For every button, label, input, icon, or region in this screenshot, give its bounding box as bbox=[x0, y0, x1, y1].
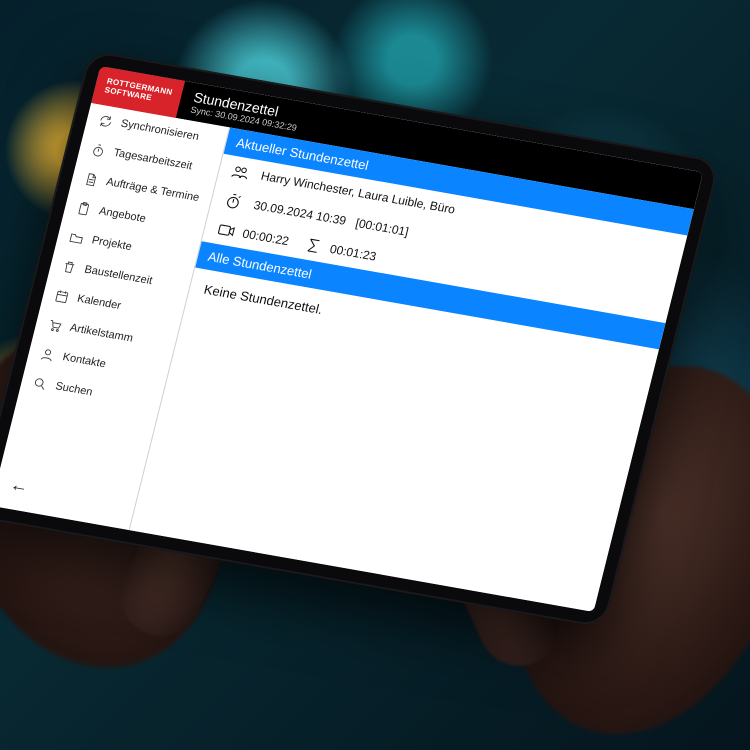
sidebar-label: Artikelstamm bbox=[69, 322, 135, 345]
clipboard-icon bbox=[74, 199, 94, 217]
sidebar-label: Synchronisieren bbox=[120, 118, 201, 143]
back-button[interactable]: ← bbox=[0, 462, 47, 514]
sidebar-label: Kontakte bbox=[61, 351, 107, 370]
started-elapsed: [00:01:01] bbox=[354, 216, 410, 239]
sidebar-label: Projekte bbox=[90, 234, 133, 253]
sidebar-label: Tagesarbeitszeit bbox=[112, 147, 193, 172]
record-icon bbox=[213, 220, 239, 241]
sidebar-label: Angebote bbox=[98, 205, 147, 225]
trash-icon bbox=[59, 257, 79, 275]
stopwatch-icon bbox=[220, 191, 246, 212]
empty-text: Keine Stundenzettel. bbox=[202, 282, 324, 317]
document-icon bbox=[81, 170, 101, 188]
sidebar-label: Kalender bbox=[76, 293, 122, 312]
folder-icon bbox=[66, 228, 86, 246]
calendar-icon bbox=[52, 287, 72, 305]
sync-icon bbox=[95, 112, 115, 130]
sum-icon bbox=[300, 235, 326, 256]
person-icon bbox=[37, 345, 57, 363]
sidebar-label: Baustellenzeit bbox=[83, 264, 153, 288]
search-icon bbox=[30, 374, 50, 392]
cart-icon bbox=[45, 316, 65, 334]
timer-rec-value: 00:00:22 bbox=[241, 226, 290, 248]
app-screen: ROTTGERMANN SOFTWARE Stundenzettel Sync:… bbox=[0, 66, 703, 612]
sidebar-label: Suchen bbox=[54, 380, 94, 398]
people-icon bbox=[228, 161, 254, 182]
stopwatch-icon bbox=[88, 141, 108, 159]
main-content: Aktueller Stundenzettel Harry Winchester… bbox=[130, 127, 694, 611]
timer-total-value: 00:01:23 bbox=[328, 242, 377, 264]
back-icon: ← bbox=[8, 474, 31, 497]
